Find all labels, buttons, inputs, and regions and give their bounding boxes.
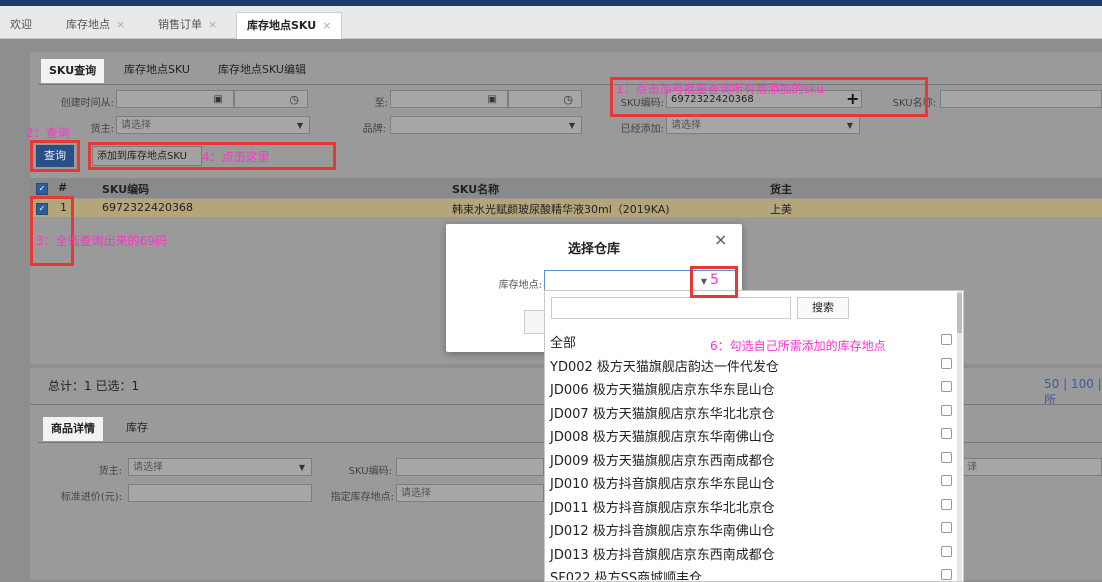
annotation-6: 6：勾选自己所需添加的库存地点 <box>710 339 886 353</box>
option-checkbox[interactable] <box>941 381 952 392</box>
annotation-2: 2：查询 <box>26 126 70 140</box>
annotation-box-3 <box>30 196 74 266</box>
dropdown-option[interactable]: JD013 极方抖音旗舰店京东西南成都仓 <box>550 544 775 563</box>
dropdown-option[interactable]: JD007 极方天猫旗舰店京东华北北京仓 <box>550 403 775 422</box>
option-checkbox[interactable] <box>941 404 952 416</box>
dropdown-option[interactable]: JD008 极方天猫旗舰店京东华南佛山仓 <box>550 426 775 445</box>
dropdown-option[interactable]: SF022 极方SS商城顺丰仓 <box>550 567 702 580</box>
dropdown-option[interactable]: JD010 极方抖音旗舰店京东华东昆山仓 <box>550 473 775 492</box>
option-checkbox[interactable] <box>941 545 952 557</box>
option-checkbox[interactable] <box>941 569 952 580</box>
option-checkbox[interactable] <box>941 451 952 463</box>
annotation-5: 5 <box>710 272 719 288</box>
option-checkbox[interactable] <box>941 475 952 486</box>
option-checkbox[interactable] <box>941 522 952 533</box>
dropdown-option[interactable]: JD012 极方抖音旗舰店京东华南佛山仓 <box>550 520 775 539</box>
option-checkbox[interactable] <box>941 357 952 369</box>
annotation-4: 4：点击这里 <box>202 150 270 164</box>
dropdown-option[interactable]: JD011 极方抖音旗舰店京东华北北京仓 <box>550 497 775 516</box>
option-checkbox[interactable] <box>941 334 952 345</box>
annotation-1: 1：点击加号批量查询所有需添加的sku <box>616 82 825 96</box>
annotation-3: 3：全选查询出来的69码 <box>36 234 167 248</box>
dropdown-option[interactable]: JD006 极方天猫旗舰店京东华东昆山仓 <box>550 379 775 398</box>
option-checkbox[interactable] <box>941 428 952 439</box>
dropdown-option[interactable]: 全部 <box>550 332 576 351</box>
dropdown-option[interactable]: JD009 极方天猫旗舰店京东西南成都仓 <box>550 450 775 469</box>
annotation-box-2 <box>30 140 80 172</box>
dropdown-option[interactable]: YD002 极方天猫旗舰店韵达一件代发仓 <box>550 356 779 375</box>
option-checkbox[interactable] <box>941 498 952 510</box>
